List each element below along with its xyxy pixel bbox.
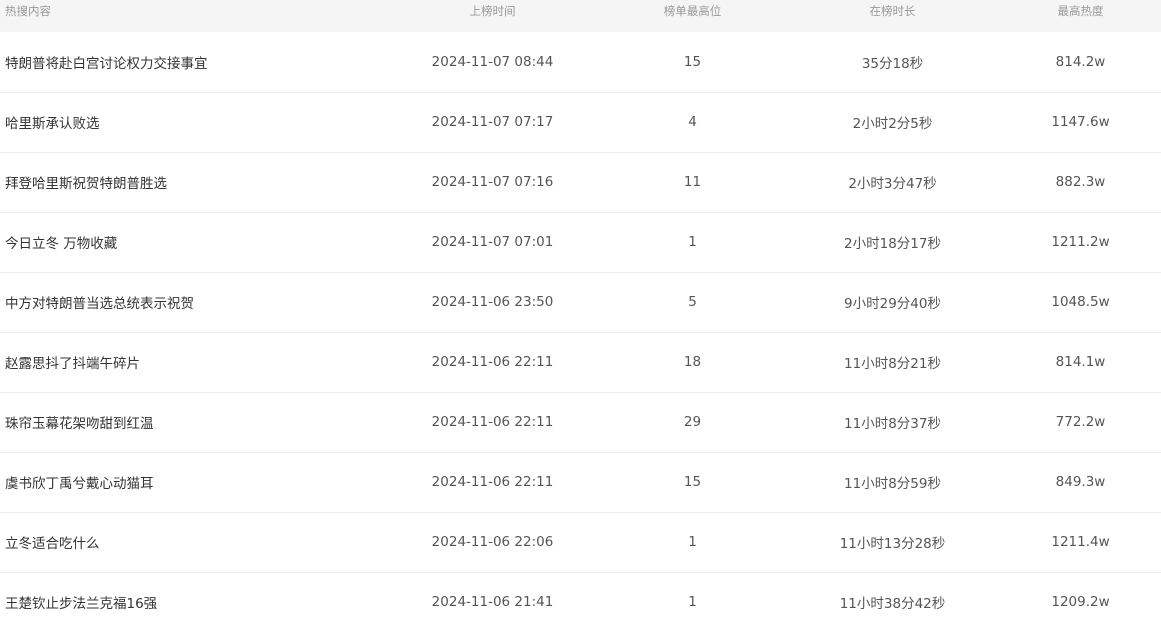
hot-search-title-link[interactable]: 虞书欣丁禹兮戴心动猫耳 [5,476,154,492]
hot-search-title-link[interactable]: 拜登哈里斯祝贺特朗普胜选 [5,176,167,192]
hot-search-title-link[interactable]: 特朗普将赴白宫讨论权力交接事宜 [5,56,208,72]
row-title-cell: 珠帘玉幕花架吻甜到红温 [0,392,385,452]
row-rank-cell: 11 [683,174,702,190]
row-heat-cell: 1048.5w [1051,294,1110,310]
row-heat-cell: 849.3w [1055,474,1106,490]
row-title-cell: 王楚钦止步法兰克福16强 [0,572,385,632]
table-row: 特朗普将赴白宫讨论权力交接事宜 2024-11-07 08:44 15 35分18秒 8… [0,32,1161,92]
row-duration-cell: 35分18秒 [861,55,924,72]
table-row: 立冬适合吃什么 2024-11-06 22:06 1 11小时13分28秒 1211.4… [0,512,1161,572]
hot-search-title-link[interactable]: 赵露思抖了抖端午碎片 [5,356,140,372]
header-heat: 最高热度 [1057,4,1104,18]
row-duration-cell: 11小时8分59秒 [844,476,941,492]
hot-search-title-link[interactable]: 今日立冬 万物收藏 [5,236,117,252]
row-rank-cell: 15 [683,53,702,70]
row-rank-cell: 18 [683,354,702,370]
row-duration-cell: 11小时8分21秒 [844,356,941,372]
row-time-cell: 2024-11-07 08:44 [431,53,554,70]
row-heat-cell: 882.3w [1055,174,1106,190]
row-rank-cell: 1 [688,234,697,250]
row-time-cell: 2024-11-06 22:11 [431,414,554,430]
row-time-cell: 2024-11-06 22:06 [431,534,554,550]
row-rank-cell: 5 [688,294,697,310]
row-duration-cell: 2小时18分17秒 [844,236,941,252]
header-rank: 榜单最高位 [663,4,722,18]
row-time-cell: 2024-11-06 22:11 [431,474,554,490]
header-row: 热搜内容 上榜时间 榜单最高位 在榜时长 最高热度 [0,0,1161,32]
row-heat-cell: 1147.6w [1051,114,1110,130]
row-heat-cell: 772.2w [1055,414,1106,430]
row-title-cell: 今日立冬 万物收藏 [0,212,385,272]
table-row: 珠帘玉幕花架吻甜到红温 2024-11-06 22:11 29 11小时8分37秒 77… [0,392,1161,452]
row-heat-cell: 1211.2w [1051,234,1110,250]
hot-search-title-link[interactable]: 王楚钦止步法兰克福16强 [5,596,157,612]
row-heat-cell: 814.1w [1055,354,1106,370]
table-row: 中方对特朗普当选总统表示祝贺 2024-11-06 23:50 5 9小时29分40秒… [0,272,1161,332]
table-row: 哈里斯承认败选 2024-11-07 07:17 4 2小时2分5秒 1147.6w [0,92,1161,152]
table-row: 拜登哈里斯祝贺特朗普胜选 2024-11-07 07:16 11 2小时3分47秒 88… [0,152,1161,212]
table-row: 今日立冬 万物收藏 2024-11-07 07:01 1 2小时18分17秒 1211.… [0,212,1161,272]
row-title-cell: 中方对特朗普当选总统表示祝贺 [0,272,385,332]
row-title-cell: 虞书欣丁禹兮戴心动猫耳 [0,452,385,512]
row-rank-cell: 1 [688,534,697,550]
row-duration-cell: 9小时29分40秒 [844,296,941,312]
row-duration-cell: 11小时13分28秒 [839,536,946,552]
row-title-cell: 立冬适合吃什么 [0,512,385,572]
table-row: 赵露思抖了抖端午碎片 2024-11-06 22:11 18 11小时8分21秒 814… [0,332,1161,392]
row-title-cell: 特朗普将赴白宫讨论权力交接事宜 [0,32,385,92]
row-duration-cell: 11小时8分37秒 [844,416,941,432]
header-time: 上榜时间 [469,4,516,18]
hot-search-title-link[interactable]: 中方对特朗普当选总统表示祝贺 [5,296,194,312]
row-time-cell: 2024-11-07 07:17 [431,114,554,130]
row-duration-cell: 2小时3分47秒 [848,176,937,192]
table-row: 虞书欣丁禹兮戴心动猫耳 2024-11-06 22:11 15 11小时8分59秒 84… [0,452,1161,512]
header-duration: 在榜时长 [869,4,916,18]
hot-search-title-link[interactable]: 珠帘玉幕花架吻甜到红温 [5,416,154,432]
row-rank-cell: 29 [683,414,702,430]
row-title-cell: 拜登哈里斯祝贺特朗普胜选 [0,152,385,212]
row-rank-cell: 4 [688,114,697,130]
row-rank-cell: 15 [683,474,702,490]
row-heat-cell: 814.2w [1055,53,1106,70]
row-title-cell: 哈里斯承认败选 [0,92,385,152]
row-duration-cell: 2小时2分5秒 [852,116,933,132]
table-header: 热搜内容 上榜时间 榜单最高位 在榜时长 最高热度 [0,0,1161,32]
row-duration-cell: 11小时38分42秒 [839,596,946,613]
row-time-cell: 2024-11-06 21:41 [431,594,554,611]
row-time-cell: 2024-11-07 07:01 [431,234,554,250]
hot-search-table: 热搜内容 上榜时间 榜单最高位 在榜时长 最高热度 特朗普将赴白宫讨论权力交接事… [0,0,1161,632]
row-time-cell: 2024-11-06 23:50 [431,294,554,310]
header-title: 热搜内容 [5,4,51,18]
row-title-cell: 赵露思抖了抖端午碎片 [0,332,385,392]
hot-search-title-link[interactable]: 哈里斯承认败选 [5,116,100,132]
row-time-cell: 2024-11-07 07:16 [431,174,554,190]
hot-search-title-link[interactable]: 立冬适合吃什么 [5,536,100,552]
row-heat-cell: 1209.2w [1051,594,1110,611]
row-rank-cell: 1 [688,594,697,611]
table-row: 王楚钦止步法兰克福16强 2024-11-06 21:41 1 11小时38分42秒 1… [0,572,1161,632]
row-heat-cell: 1211.4w [1051,534,1110,550]
row-time-cell: 2024-11-06 22:11 [431,354,554,370]
table-body: 特朗普将赴白宫讨论权力交接事宜 2024-11-07 08:44 15 35分18秒 8… [0,32,1161,632]
